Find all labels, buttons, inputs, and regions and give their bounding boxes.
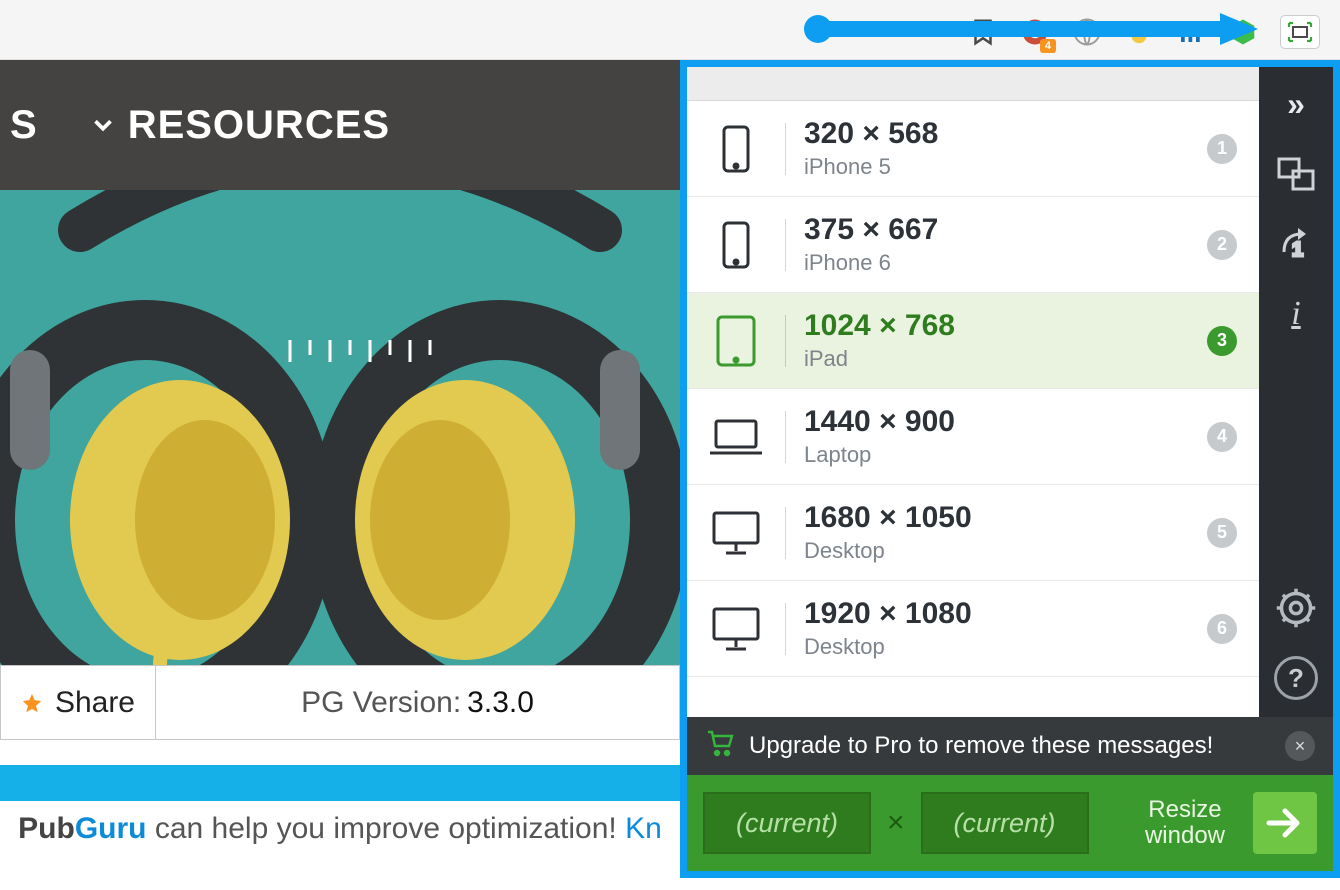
cart-icon bbox=[705, 729, 735, 764]
width-input[interactable]: (current) bbox=[703, 792, 871, 854]
close-icon[interactable]: × bbox=[1285, 731, 1315, 761]
window-resizer-extension-button[interactable] bbox=[1280, 15, 1320, 49]
extension-icon-dot[interactable] bbox=[1124, 17, 1154, 47]
resize-go-button[interactable] bbox=[1253, 792, 1317, 854]
chevron-down-icon bbox=[88, 110, 118, 140]
preset-number: 3 bbox=[1207, 326, 1237, 356]
preset-dimensions: 1440 × 900 bbox=[804, 405, 1189, 439]
preset-label: iPad bbox=[804, 346, 1189, 372]
popup-header-strip bbox=[687, 67, 1259, 101]
globe-icon[interactable] bbox=[1072, 17, 1102, 47]
extension-icon-bars[interactable] bbox=[1176, 17, 1206, 47]
layout-tool-icon[interactable] bbox=[1268, 143, 1324, 205]
preset-desktop-1920[interactable]: 1920 × 1080 Desktop 6 bbox=[687, 581, 1259, 677]
nav-item-truncated[interactable]: S bbox=[10, 103, 38, 148]
preset-label: iPhone 5 bbox=[804, 154, 1189, 180]
resize-bar: (current) × (current) Resize window bbox=[687, 775, 1333, 871]
share-button[interactable]: Share bbox=[1, 666, 156, 739]
desktop-icon bbox=[705, 509, 767, 557]
preset-dimensions: 1680 × 1050 bbox=[804, 501, 1189, 535]
desktop-icon bbox=[705, 605, 767, 653]
info-tool-icon[interactable]: i bbox=[1268, 283, 1324, 345]
extension-badge: 4 bbox=[1040, 39, 1056, 53]
extension-icon-1[interactable]: 4 bbox=[1020, 17, 1050, 47]
phone-icon bbox=[705, 124, 767, 174]
tablet-icon bbox=[705, 314, 767, 368]
window-resizer-popup: 320 × 568 iPhone 5 1 375 × 667 iPhone 6 … bbox=[680, 60, 1340, 878]
preset-laptop[interactable]: 1440 × 900 Laptop 4 bbox=[687, 389, 1259, 485]
version-number: 3.3.0 bbox=[467, 686, 534, 720]
preset-number: 1 bbox=[1207, 134, 1237, 164]
help-icon[interactable]: ? bbox=[1268, 647, 1324, 709]
preset-label: Desktop bbox=[804, 634, 1189, 660]
upgrade-text: Upgrade to Pro to remove these messages! bbox=[749, 732, 1213, 760]
upgrade-banner: Upgrade to Pro to remove these messages!… bbox=[687, 717, 1333, 775]
preset-iphone5[interactable]: 320 × 568 iPhone 5 1 bbox=[687, 101, 1259, 197]
preset-dimensions: 1024 × 768 bbox=[804, 309, 1189, 343]
preset-number: 2 bbox=[1207, 230, 1237, 260]
preset-number: 6 bbox=[1207, 614, 1237, 644]
share-version-bar: Share PG Version: 3.3.0 bbox=[0, 665, 680, 740]
rotate-tool-icon[interactable]: 1 bbox=[1268, 213, 1324, 275]
preset-desktop-1680[interactable]: 1680 × 1050 Desktop 5 bbox=[687, 485, 1259, 581]
bookmark-icon[interactable] bbox=[968, 17, 998, 47]
height-input[interactable]: (current) bbox=[921, 792, 1089, 854]
browser-toolbar: 4 bbox=[0, 0, 1340, 60]
preset-list: 320 × 568 iPhone 5 1 375 × 667 iPhone 6 … bbox=[687, 67, 1259, 717]
preset-iphone6[interactable]: 375 × 667 iPhone 6 2 bbox=[687, 197, 1259, 293]
popup-side-toolbar: » 1 i ? bbox=[1259, 67, 1333, 717]
preset-label: Laptop bbox=[804, 442, 1189, 468]
share-label: Share bbox=[55, 686, 135, 720]
expand-icon[interactable]: » bbox=[1268, 73, 1324, 135]
preset-dimensions: 320 × 568 bbox=[804, 117, 1189, 151]
settings-icon[interactable] bbox=[1268, 577, 1324, 639]
preset-dimensions: 1920 × 1080 bbox=[804, 597, 1189, 631]
resize-window-label: Resize window bbox=[1145, 797, 1225, 850]
preset-dimensions: 375 × 667 bbox=[804, 213, 1189, 247]
svg-text:1: 1 bbox=[1292, 239, 1303, 261]
accent-strip bbox=[0, 765, 680, 801]
preset-ipad[interactable]: 1024 × 768 iPad 3 bbox=[687, 293, 1259, 389]
preset-number: 4 bbox=[1207, 422, 1237, 452]
preset-label: Desktop bbox=[804, 538, 1189, 564]
version-label: PG Version: 3.3.0 bbox=[156, 666, 679, 739]
extension-icon-hex[interactable] bbox=[1228, 17, 1258, 47]
dimension-x: × bbox=[887, 806, 905, 840]
nav-resources[interactable]: RESOURCES bbox=[128, 103, 390, 148]
preset-number: 5 bbox=[1207, 518, 1237, 548]
footer-link[interactable]: Kn bbox=[625, 812, 662, 845]
laptop-icon bbox=[705, 417, 767, 457]
phone-icon bbox=[705, 220, 767, 270]
hero-image bbox=[0, 190, 680, 665]
footer-promo: PubGuru can help you improve optimizatio… bbox=[0, 812, 680, 846]
preset-label: iPhone 6 bbox=[804, 250, 1189, 276]
star-icon bbox=[21, 688, 43, 718]
